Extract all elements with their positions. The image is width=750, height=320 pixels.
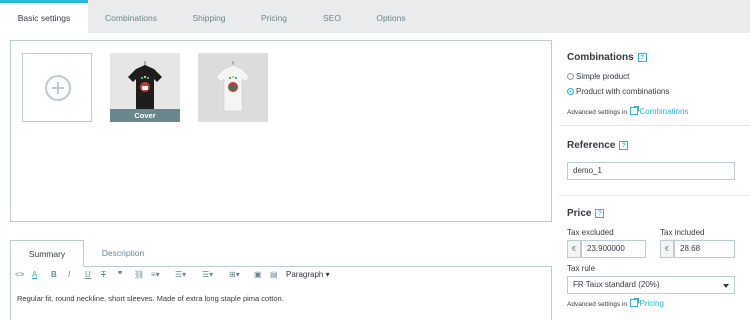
- combinations-advanced-settings: Advanced settings in Combinations: [567, 106, 688, 116]
- italic-icon[interactable]: I: [68, 268, 70, 282]
- tab-description[interactable]: Description: [84, 240, 162, 267]
- summary-text[interactable]: Regular fit, round neckline, short sleev…: [17, 294, 284, 303]
- help-icon[interactable]: ?: [595, 209, 605, 218]
- numbered-list-icon[interactable]: ☰▾: [202, 268, 213, 282]
- external-link-icon: [629, 298, 639, 307]
- tax-included-label: Tax included: [660, 228, 705, 237]
- image-icon[interactable]: ▣: [254, 268, 262, 282]
- combinations-title: Combinations?: [567, 52, 647, 63]
- tax-excluded-label: Tax excluded: [567, 228, 614, 237]
- divider: [559, 125, 750, 126]
- external-link-icon: [629, 106, 639, 115]
- tab-combinations[interactable]: Combinations: [88, 0, 174, 33]
- strikethrough-icon[interactable]: T: [101, 268, 106, 282]
- tab-basic-settings[interactable]: Basic settings: [0, 0, 88, 33]
- advanced-settings-label: Advanced settings in: [567, 109, 627, 116]
- pricing-advanced-settings: Advanced settings in Pricing: [567, 298, 664, 308]
- reference-title: Reference?: [567, 140, 629, 151]
- bullet-list-icon[interactable]: ☰▾: [175, 268, 186, 282]
- white-tshirt-image: [215, 61, 251, 112]
- product-with-combinations-radio[interactable]: [567, 88, 574, 95]
- divider: [559, 195, 750, 196]
- combinations-link[interactable]: Combinations: [629, 106, 688, 116]
- reference-input[interactable]: demo_1: [567, 162, 735, 180]
- tax-included-input[interactable]: 28.68: [674, 240, 735, 258]
- link-icon[interactable]: ⛓: [134, 268, 144, 282]
- product-with-combinations-label[interactable]: Product with combinations: [576, 87, 669, 96]
- quote-icon[interactable]: ❞: [118, 268, 122, 282]
- tax-rule-select[interactable]: FR Taux standard (20%): [567, 276, 735, 294]
- pricing-link[interactable]: Pricing: [629, 298, 664, 308]
- price-title: Price?: [567, 208, 605, 219]
- tab-seo[interactable]: SEO: [304, 0, 360, 33]
- tab-summary[interactable]: Summary: [10, 240, 84, 267]
- help-icon[interactable]: ?: [637, 53, 647, 62]
- help-icon[interactable]: ?: [619, 141, 629, 150]
- chevron-down-icon: [723, 284, 729, 288]
- product-image-thumbnail[interactable]: [198, 53, 268, 122]
- simple-product-radio[interactable]: [567, 73, 574, 80]
- simple-product-label[interactable]: Simple product: [576, 72, 629, 81]
- tax-rule-label: Tax rule: [567, 264, 596, 273]
- currency-addon: €: [660, 240, 674, 258]
- product-image-thumbnail[interactable]: Cover: [110, 53, 180, 122]
- bold-icon[interactable]: B: [51, 268, 57, 282]
- tab-pricing[interactable]: Pricing: [244, 0, 304, 33]
- tab-options[interactable]: Options: [360, 0, 422, 33]
- advanced-settings-label: Advanced settings in: [567, 301, 627, 308]
- paragraph-format-dropdown[interactable]: Paragraph ▾: [286, 268, 330, 282]
- media-icon[interactable]: ▤: [270, 268, 278, 282]
- align-icon[interactable]: ≡▾: [151, 268, 160, 282]
- text-color-icon[interactable]: A: [32, 268, 37, 282]
- plus-circle-icon: [45, 75, 71, 101]
- underline-icon[interactable]: U: [85, 268, 91, 282]
- table-icon[interactable]: ⊞▾: [229, 268, 240, 282]
- tax-excluded-input[interactable]: 23.900000: [581, 240, 646, 258]
- cover-label: Cover: [110, 109, 180, 122]
- currency-addon: €: [567, 240, 581, 258]
- tab-shipping[interactable]: Shipping: [174, 0, 244, 33]
- add-image-button[interactable]: [22, 53, 92, 122]
- editor-toolbar: <> A B I U T ❞ ⛓ ≡▾ ☰▾ ☰▾ ⊞▾ ▣ ▤ Paragra…: [11, 268, 551, 283]
- source-code-icon[interactable]: <>: [15, 268, 24, 282]
